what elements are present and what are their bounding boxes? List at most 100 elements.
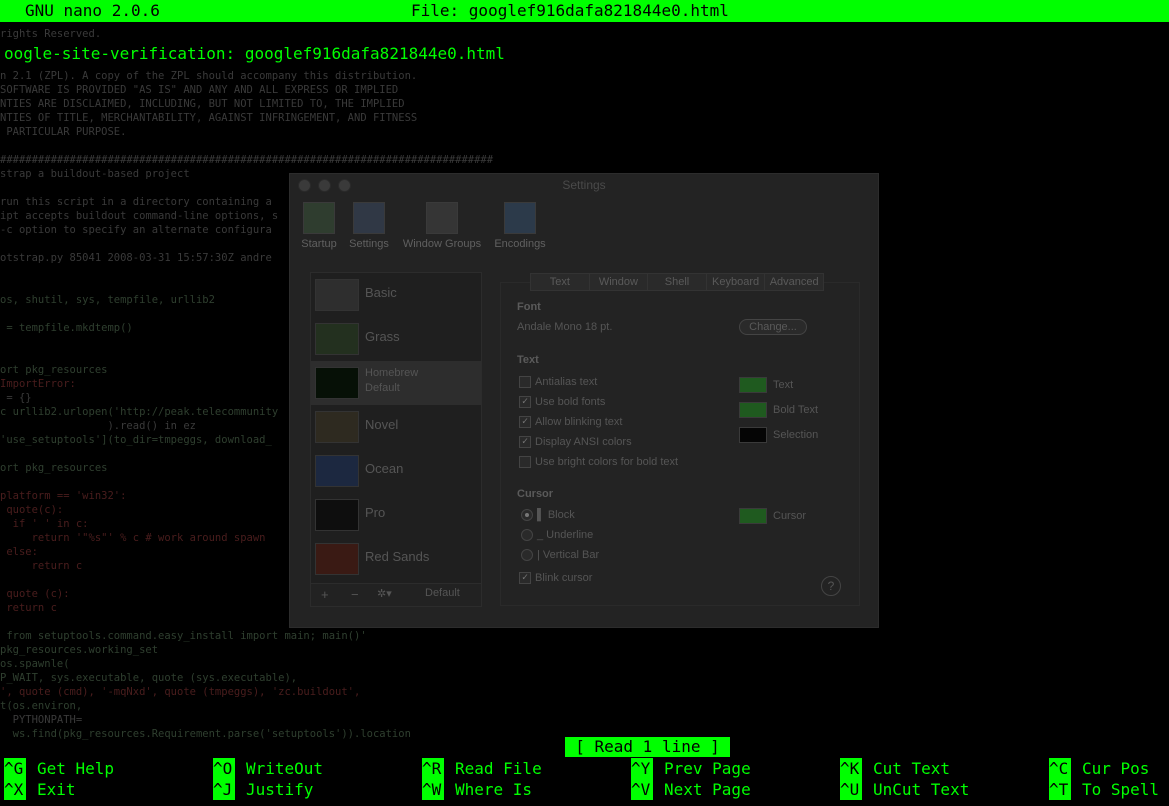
font-value: Andale Mono 18 pt. [517,321,613,333]
shortcut-item[interactable]: ^O WriteOut [213,758,413,779]
color-swatch[interactable] [739,377,767,393]
toolbar-settings[interactable]: Settings [344,202,394,250]
editor-content-line[interactable]: oogle-site-verification: googlef916dafa8… [4,44,505,63]
cursor-radio[interactable] [521,509,533,521]
change-font-button[interactable]: Change... [739,319,807,335]
color-swatch[interactable] [739,427,767,443]
color-swatch[interactable] [739,402,767,418]
toolbar-encodings-label: Encodings [494,238,546,250]
nano-file-label: File: googlef916dafa821844e0.html [411,1,729,20]
terminal-ghost-line: ).read() in ez [0,420,196,432]
option-checkbox[interactable]: ✓ [519,436,531,448]
profile-list[interactable]: Basic Grass Homebrew Default Novel Ocean… [310,272,482,584]
profile-item[interactable]: Ocean [311,449,481,493]
shortcut-item[interactable]: ^V Next Page [631,779,831,800]
shortcut-label: Cur Pos [1082,759,1150,778]
profile-thumbnail [315,367,359,399]
nano-version: GNU nano 2.0.6 [25,1,160,20]
profile-item[interactable]: Pro [311,493,481,537]
gear-menu-icon[interactable]: ✲▾ [377,587,392,600]
profile-thumbnail [315,543,359,575]
terminal-ghost-line: return c [0,602,57,614]
shortcut-item[interactable]: ^U UnCut Text [840,779,1040,800]
terminal-ghost-line: ', quote (cmd), '-mqNxd', quote (tmpeggs… [0,686,361,698]
toolbar-startup-label: Startup [301,238,337,250]
shortcut-label: Get Help [37,759,115,778]
shortcut-item[interactable]: ^C Cur Pos [1049,758,1165,779]
terminal-ghost-line: t(os.environ, [0,700,83,712]
terminal-ghost-line: quote(c): [0,504,64,516]
tab-keyboard[interactable]: Keyboard [707,274,766,290]
profile-thumbnail [315,279,359,311]
cursor-radio[interactable] [521,529,533,541]
terminal-ghost-line: -c option to specify an alternate config… [0,224,272,236]
tab-text[interactable]: Text [531,274,590,290]
terminal-ghost-line: ImportError: [0,378,76,390]
option-checkbox[interactable]: ✓ [519,396,531,408]
toolbar-encodings[interactable]: Encodings [490,202,550,250]
cursor-option-label: ▌ Block [537,509,575,521]
tab-advanced[interactable]: Advanced [765,274,823,290]
option-label: Allow blinking text [535,416,623,428]
shortcut-item[interactable]: ^R Read File [422,758,622,779]
settings-tabs: Text Window Shell Keyboard Advanced [530,273,824,291]
profile-item[interactable]: Grass [311,317,481,361]
shortcut-item[interactable]: ^T To Spell [1049,779,1165,800]
terminal-ghost-line: = tempfile.mkdtemp() [0,322,133,334]
terminal-ghost-line: os.spawnle( [0,658,70,670]
terminal-ghost-line: from setuptools.command.easy_install imp… [0,630,367,642]
add-profile-button[interactable]: + [321,587,329,602]
cursor-color-swatch[interactable] [739,508,767,524]
shortcut-label: Where Is [455,780,533,799]
color-label: Selection [773,429,819,441]
profile-name: Homebrew Default [365,367,419,394]
shortcut-key: ^J [213,779,235,800]
cursor-option-label: | Vertical Bar [537,549,600,561]
option-checkbox[interactable] [519,376,531,388]
profile-item[interactable]: Basic [311,273,481,317]
shortcut-item[interactable]: ^Y Prev Page [631,758,831,779]
shortcut-key: ^U [840,779,862,800]
toolbar-window-groups[interactable]: Window Groups [398,202,486,250]
shortcut-label: UnCut Text [873,780,970,799]
profile-name: Grass [365,329,400,344]
option-checkbox[interactable]: ✓ [519,416,531,428]
shortcut-item[interactable]: ^G Get Help [4,758,204,779]
shortcut-key: ^K [840,758,862,779]
cursor-radio[interactable] [521,549,533,561]
terminal-ghost-line: return '"%s"' % c # work around spawn [0,532,266,544]
option-checkbox[interactable] [519,456,531,468]
shortcut-key: ^Y [631,758,653,779]
toolbar-window-groups-label: Window Groups [402,238,482,250]
terminal-ghost-line: rights Reserved. [0,28,102,40]
profile-name: Pro [365,505,386,520]
terminal-ghost-line: c urllib2.urlopen('http://peak.telecommu… [0,406,279,418]
color-label: Bold Text [773,404,819,416]
default-profile-button[interactable]: Default [425,587,460,599]
terminal-ghost-line: ort pkg_resources [0,462,108,474]
toolbar-startup[interactable]: Startup [296,202,342,250]
terminal-ghost-line: ipt accepts buildout command-line option… [0,210,279,222]
tab-shell[interactable]: Shell [648,274,707,290]
terminal-ghost-line: else: [0,546,38,558]
color-label: Text [773,379,794,391]
terminal-ghost-line: n 2.1 (ZPL). A copy of the ZPL should ac… [0,70,418,82]
shortcut-item[interactable]: ^W Where Is [422,779,622,800]
terminal-ghost-line: otstrap.py 85041 2008-03-31 15:57:30Z an… [0,252,272,264]
terminal-ghost-line: os, shutil, sys, tempfile, urllib2 [0,294,215,306]
shortcut-item[interactable]: ^X Exit [4,779,204,800]
tab-window[interactable]: Window [590,274,649,290]
help-button[interactable]: ? [821,576,841,596]
profile-thumbnail [315,499,359,531]
cursor-option-label: _ Underline [537,529,594,541]
shortcut-item[interactable]: ^J Justify [213,779,413,800]
blink-cursor-checkbox[interactable]: ✓ [519,572,531,584]
shortcut-item[interactable]: ^K Cut Text [840,758,1040,779]
option-label: Use bold fonts [535,396,606,408]
shortcut-key: ^W [422,779,444,800]
profile-item[interactable]: Novel [311,405,481,449]
profile-item-selected[interactable]: Homebrew Default [311,361,481,405]
profile-name: Ocean [365,461,404,476]
remove-profile-button[interactable]: − [351,587,359,602]
profile-item[interactable]: Red Sands [311,537,481,581]
